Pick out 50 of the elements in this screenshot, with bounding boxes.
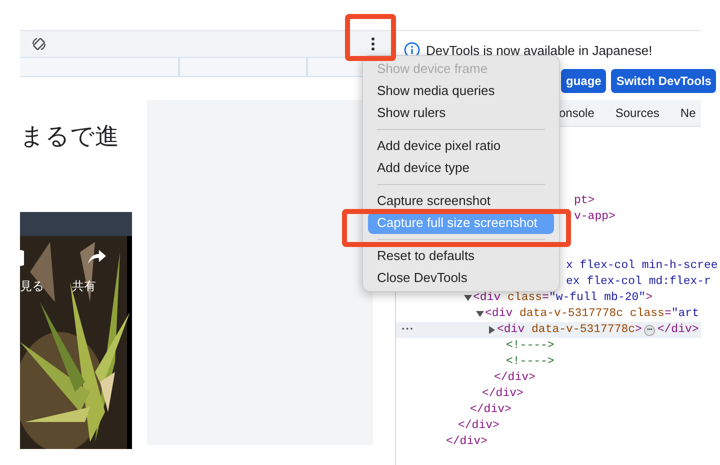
code-token: <!----> [506, 354, 554, 370]
code-token: <!----> [506, 338, 554, 354]
info-icon [404, 42, 420, 58]
expanded-arrow-icon[interactable] [464, 294, 473, 302]
video-action[interactable]: 見る [20, 278, 44, 295]
code-token: "w-full mb-20" [548, 290, 646, 306]
code-token: </div> [482, 386, 524, 402]
panel-tab[interactable]: Sources [615, 106, 660, 120]
code-token: data-v-5317778c [518, 306, 624, 322]
code-token: </div> [657, 322, 699, 338]
language-notice: DevTools is now available in Japanese! [426, 42, 652, 58]
code-token: = [664, 306, 672, 322]
notice-button[interactable]: Switch DevTools [611, 69, 716, 93]
code-token: > [635, 322, 642, 338]
menu-item[interactable]: Show media queries [368, 80, 554, 102]
panel-tab[interactable]: onsole [559, 106, 594, 120]
notice-button[interactable]: guage [561, 69, 606, 93]
code-token: data-v-5317778c [530, 322, 636, 338]
code-token: = [542, 290, 549, 306]
video-action[interactable]: 共有 [72, 278, 96, 295]
collapsed-arrow-icon[interactable] [488, 326, 497, 334]
code-token: </div> [470, 402, 512, 418]
ellipsis-badge[interactable]: ⋯ [644, 324, 656, 336]
code-token: > [646, 290, 652, 306]
code-token: "art [671, 306, 699, 322]
expanded-arrow-icon[interactable] [476, 310, 485, 318]
menu-item[interactable]: Add device pixel ratio [368, 135, 554, 157]
code-token: </div> [446, 434, 488, 450]
code-token: pt> [574, 193, 595, 209]
code-token: </div> [458, 418, 500, 434]
code-token: <div [485, 306, 513, 322]
panel-tab[interactable]: Ne [680, 106, 696, 120]
menu-item[interactable]: Show rulers [368, 102, 554, 124]
code-token: x flex-col min-h-scree [566, 258, 718, 274]
code-token: </div> [494, 370, 536, 386]
menu-item[interactable]: Capture screenshot [368, 190, 554, 212]
code-token: ex flex-col md:flex-r [566, 274, 711, 290]
code-token: class [628, 306, 664, 322]
page-heading: まるで進 [20, 121, 120, 152]
code-token: <div [473, 290, 501, 306]
highlight-frame [345, 14, 396, 61]
code-token: v-app> [574, 209, 616, 225]
code-token: class [506, 290, 542, 306]
rotate-icon[interactable] [32, 37, 46, 51]
menu-item[interactable]: Reset to defaults [368, 245, 554, 267]
menu-item[interactable]: Add device type [368, 157, 554, 179]
code-token: <div [497, 322, 525, 338]
share-icon[interactable] [88, 250, 106, 264]
more-options-icon[interactable] [371, 37, 375, 51]
menu-item[interactable]: Close DevTools [368, 267, 554, 289]
